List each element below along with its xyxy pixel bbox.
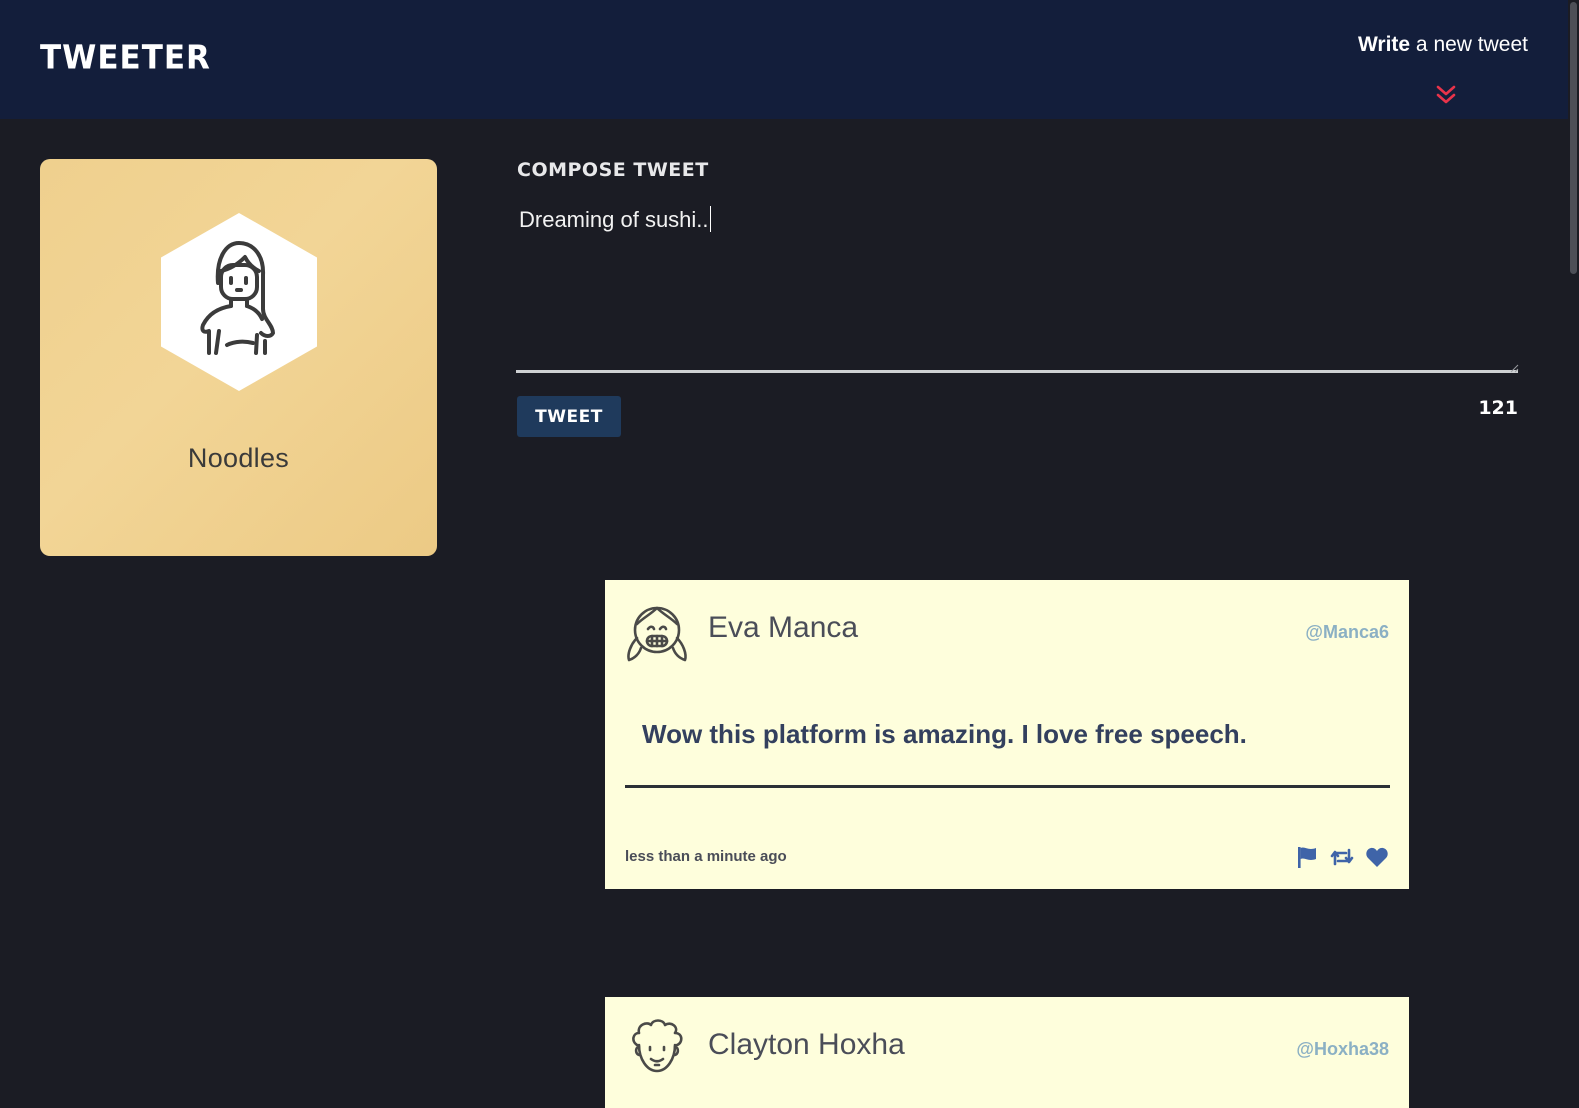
girl-pigtails-smile-icon — [627, 606, 687, 662]
scrollbar-thumb[interactable] — [1570, 2, 1577, 274]
text-caret — [709, 206, 711, 232]
tweet-author: Clayton Hoxha — [708, 1028, 905, 1061]
profile-avatar — [161, 213, 317, 391]
tweet-card: Clayton Hoxha @Hoxha38 — [605, 997, 1409, 1108]
tweet-author: Eva Manca — [708, 611, 859, 644]
curly-hair-man-icon — [632, 1019, 683, 1073]
write-link-rest: a new tweet — [1410, 33, 1528, 56]
double-chevron-down-icon[interactable] — [1436, 84, 1456, 106]
top-nav: Tweeter Write a new tweet — [0, 0, 1579, 119]
write-new-tweet-link[interactable]: Write a new tweet — [1358, 33, 1528, 57]
tweet-handle[interactable]: @Hoxha38 — [1296, 1039, 1389, 1060]
heart-icon[interactable] — [1365, 846, 1389, 868]
tweet-submit-button[interactable]: Tweet — [517, 396, 621, 437]
character-counter: 121 — [1478, 397, 1518, 419]
tweet-timestamp: less than a minute ago — [625, 848, 787, 865]
compose-title: Compose Tweet — [517, 159, 709, 181]
compose-text[interactable]: Dreaming of sushi.. — [519, 206, 711, 233]
tweet-handle[interactable]: @Manca6 — [1305, 622, 1389, 643]
tweet-card: Eva Manca @Manca6 Wow this platform is a… — [605, 580, 1409, 889]
resize-handle-icon[interactable] — [1510, 364, 1519, 373]
tweet-body: Wow this platform is amazing. I love fre… — [642, 719, 1247, 749]
tweet-actions — [1295, 846, 1389, 868]
compose-text-value: Dreaming of sushi.. — [519, 207, 709, 232]
profile-card: Noodles — [40, 159, 437, 556]
brand-logo[interactable]: Tweeter — [40, 39, 211, 77]
retweet-icon[interactable] — [1330, 846, 1354, 868]
profile-name: Noodles — [187, 443, 290, 473]
flag-icon[interactable] — [1295, 846, 1319, 868]
scrollbar[interactable] — [1568, 0, 1579, 1108]
tweet-divider — [625, 785, 1390, 788]
write-link-bold: Write — [1357, 33, 1411, 56]
